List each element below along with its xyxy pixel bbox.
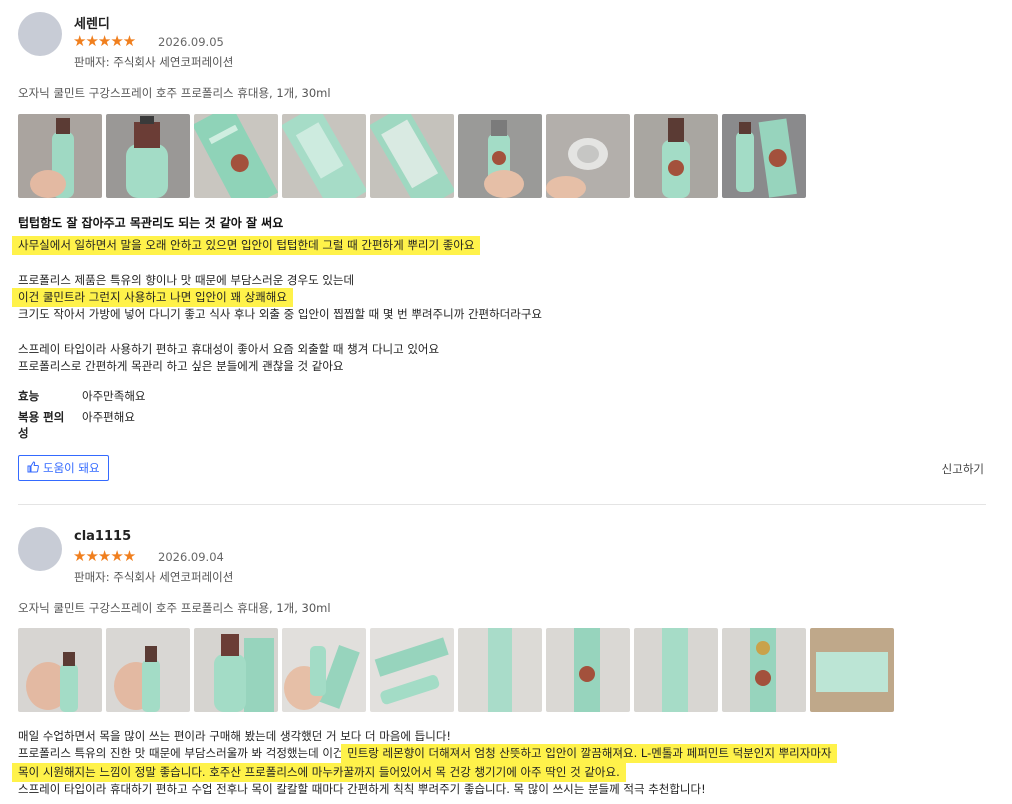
thumbs-up-icon (27, 460, 39, 476)
review-photo[interactable] (722, 628, 806, 712)
review-photo[interactable] (458, 628, 542, 712)
survey-label: 복용 편의성 (18, 410, 65, 440)
product-option: 오자닉 쿨민트 구강스프레이 호주 프로폴리스 휴대용, 1개, 30ml (18, 86, 331, 100)
review-date: 2026.09.05 (158, 35, 224, 49)
review-photo[interactable] (282, 628, 366, 712)
review-photo[interactable] (194, 114, 278, 198)
review-text-line: 프로폴리스 특유의 진한 맛 때문에 부담스러울까 봐 걱정했는데 이건 민트랑… (18, 744, 838, 763)
rating-stars: ★★★★★ (73, 32, 136, 50)
seller-info: 판매자: 주식회사 세연코퍼레이션 (74, 55, 234, 69)
rating-stars: ★★★★★ (73, 547, 136, 565)
review-text-line: 목이 시원해지는 느낌이 정말 좋습니다. 호주산 프로폴리스에 마누카꿀까지 … (12, 763, 626, 782)
survey-label: 효능 (18, 389, 40, 403)
review-photo[interactable] (370, 628, 454, 712)
review-photo[interactable] (810, 628, 894, 712)
review-text-line: 스프레이 타입이라 사용하기 편하고 휴대성이 좋아서 요즘 외출할 때 챙겨 … (18, 342, 440, 356)
review-text-line: 프로폴리스로 간편하게 목관리 하고 싶은 분들에게 괜찮을 것 같아요 (18, 359, 344, 373)
review-text-line: 프로폴리스 제품은 특유의 향이나 맛 때문에 부담스러운 경우도 있는데 (18, 273, 355, 287)
highlight: 목이 시원해지는 느낌이 정말 좋습니다. 호주산 프로폴리스에 마누카꿀까지 … (12, 763, 626, 782)
divider (18, 504, 986, 505)
avatar (18, 12, 62, 56)
seller-info: 판매자: 주식회사 세연코퍼레이션 (74, 570, 234, 584)
review-text-segment: 프로폴리스 특유의 진한 맛 때문에 부담스러울까 봐 걱정했는데 이건 (18, 746, 348, 760)
review-photo[interactable] (370, 114, 454, 198)
review-text-line: 사무실에서 일하면서 말을 오래 안하고 있으면 입안이 텁텁한데 그럴 때 간… (12, 236, 481, 255)
survey-value: 아주편해요 (82, 410, 135, 424)
highlight: 민트랑 레몬향이 더해져서 엄청 산뜻하고 입안이 깔끔해져요. L-멘톨과 페… (341, 744, 838, 763)
product-option: 오자닉 쿨민트 구강스프레이 호주 프로폴리스 휴대용, 1개, 30ml (18, 601, 331, 615)
review-headline: 텁텁함도 잘 잡아주고 목관리도 되는 것 같아 잘 써요 (18, 216, 284, 230)
review-photo[interactable] (18, 114, 102, 198)
review-photo[interactable] (282, 114, 366, 198)
review-author[interactable]: cla1115 (74, 529, 131, 544)
report-link[interactable]: 신고하기 (942, 461, 984, 477)
review-photo[interactable] (722, 114, 806, 198)
review-photo[interactable] (634, 114, 718, 198)
review-photo[interactable] (106, 628, 190, 712)
review-photo[interactable] (106, 114, 190, 198)
survey-value: 아주만족해요 (82, 389, 146, 403)
review-photo[interactable] (18, 628, 102, 712)
review-photo[interactable] (194, 628, 278, 712)
review-photo[interactable] (546, 114, 630, 198)
helpful-label: 도움이 돼요 (43, 461, 100, 475)
review-text-line: 스프레이 타입이라 휴대하기 편하고 수업 전후나 목이 칼칼할 때마다 간편하… (18, 782, 706, 796)
highlight: 이건 쿨민트라 그런지 사용하고 나면 입안이 꽤 상쾌해요 (12, 288, 293, 307)
review-photo[interactable] (546, 628, 630, 712)
review-text-line: 크기도 작아서 가방에 넣어 다니기 좋고 식사 후나 외출 중 입안이 찝찝할… (18, 307, 543, 321)
review-text-line: 이건 쿨민트라 그런지 사용하고 나면 입안이 꽤 상쾌해요 (12, 288, 293, 307)
review-photo[interactable] (634, 628, 718, 712)
helpful-button[interactable]: 도움이 돼요 (18, 455, 109, 481)
review-date: 2026.09.04 (158, 550, 224, 564)
review-photo[interactable] (458, 114, 542, 198)
review-author[interactable]: 세렌디 (74, 13, 110, 32)
review-text-line: 매일 수업하면서 목을 많이 쓰는 편이라 구매해 봤는데 생각했던 거 보다 … (18, 729, 452, 743)
review-photos (18, 628, 894, 712)
avatar (18, 527, 62, 571)
review-photos (18, 114, 806, 198)
highlight: 사무실에서 일하면서 말을 오래 안하고 있으면 입안이 텁텁한데 그럴 때 간… (12, 236, 481, 255)
